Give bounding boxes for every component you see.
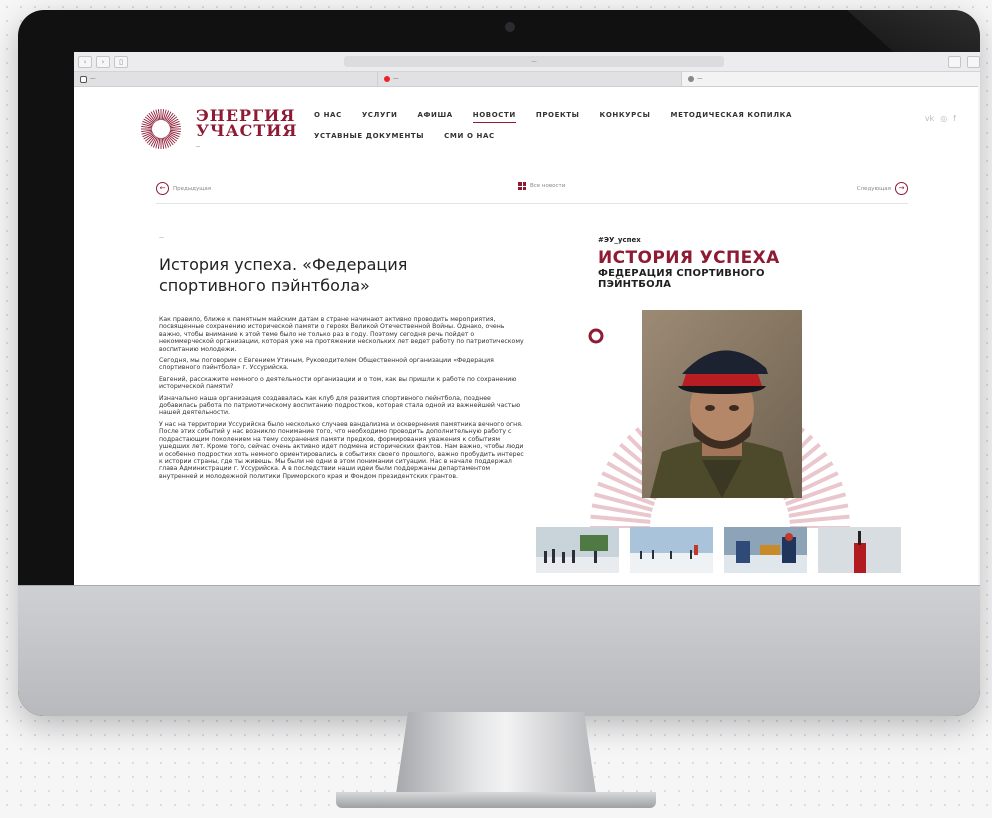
nav-item[interactable]: УСТАВНЫЕ ДОКУМЕНТЫ — [314, 132, 424, 143]
next-link[interactable]: Следующая → — [857, 182, 908, 195]
monitor-chin — [18, 585, 980, 716]
instagram-icon — [80, 75, 87, 83]
gallery-thumb[interactable] — [724, 527, 807, 573]
monitor-frame: ‹ › ▯ — — — — ЭНЕРГИЯ УЧАСТИЯ — О НАС УС… — [18, 10, 980, 716]
pager-divider — [156, 203, 908, 204]
main-nav: О НАС УСЛУГИ АФИША НОВОСТИ ПРОЕКТЫ КОНКУРСЫ МЕ… — [314, 111, 792, 152]
globe-icon — [688, 76, 694, 82]
tab-label: — — [697, 76, 703, 82]
article-date: — — [159, 235, 164, 241]
previous-label: Предыдущая — [173, 185, 212, 192]
gallery-thumb[interactable] — [536, 527, 619, 573]
tab-strip: — — — — [74, 72, 980, 87]
next-label: Следующая — [856, 185, 891, 192]
monitor-stand-base — [336, 792, 656, 808]
gallery-thumb[interactable] — [818, 527, 901, 573]
card-heading: ИСТОРИЯ УСПЕХА — [598, 248, 780, 268]
nav-item[interactable]: НОВОСТИ — [472, 111, 516, 123]
site-header: ЭНЕРГИЯ УЧАСТИЯ — О НАС УСЛУГИ АФИША НОВОСТ… — [74, 86, 978, 152]
share-icon[interactable] — [948, 56, 961, 68]
tab-label: — — [393, 76, 399, 82]
logo-icon[interactable] — [140, 108, 182, 150]
article-paragraph: Евгений, расскажите немного о деятельнос… — [159, 375, 517, 391]
tab-youtube[interactable]: — — [378, 72, 682, 86]
article-body: Как правило, ближе к памятным майским да… — [159, 316, 527, 484]
youtube-icon — [384, 76, 390, 82]
logo-line-2: УЧАСТИЯ — [196, 121, 298, 140]
nav-item[interactable]: МЕТОДИЧЕСКАЯ КОПИЛКА — [671, 111, 792, 123]
article-paragraph: У нас на территории Уссурийска было неск… — [159, 420, 524, 480]
article-paragraph: Изначально наша организация создавалась … — [159, 394, 521, 417]
feature-card: #ЭУ_успех ИСТОРИЯ УСПЕХА ФЕДЕРАЦИЯ СПОРТ… — [540, 230, 900, 530]
browser-toolbar: ‹ › ▯ — — [74, 52, 980, 72]
nav-item[interactable]: О НАС — [314, 111, 342, 123]
nav-item[interactable]: СМИ О НАС — [444, 132, 495, 143]
nav-item[interactable]: АФИША — [417, 111, 452, 123]
all-news-label: Все новости — [530, 183, 566, 189]
arrow-left-icon: ← — [156, 182, 169, 195]
nav-item[interactable]: КОНКУРСЫ — [600, 111, 651, 123]
nav-row-1: О НАС УСЛУГИ АФИША НОВОСТИ ПРОЕКТЫ КОНКУРСЫ МЕ… — [314, 111, 792, 123]
browser-window: ‹ › ▯ — — — — ЭНЕРГИЯ УЧАСТИЯ — О НАС УС… — [74, 52, 980, 596]
page-scrollbar[interactable] — [978, 86, 980, 596]
back-button[interactable]: ‹ — [78, 55, 92, 68]
forward-button[interactable]: › — [96, 55, 110, 68]
social-links: vk ◎ f — [925, 114, 956, 123]
vk-icon[interactable]: vk — [925, 114, 934, 123]
facebook-icon[interactable]: f — [953, 114, 956, 123]
instagram-icon[interactable]: ◎ — [940, 114, 947, 123]
all-news-link[interactable]: Все новости — [518, 182, 565, 190]
tab-label: — — [90, 76, 96, 82]
article-paragraph: Как правило, ближе к памятным майским да… — [159, 316, 524, 353]
arrow-right-icon: → — [895, 182, 908, 195]
gallery-thumb[interactable] — [630, 527, 713, 573]
news-pager: ← Предыдущая Все новости Следующая → — [156, 180, 908, 198]
photo-gallery — [536, 527, 901, 573]
nav-item[interactable]: ПРОЕКТЫ — [536, 111, 580, 123]
address-text: — — [531, 58, 537, 65]
nav-item[interactable]: УСЛУГИ — [362, 111, 398, 123]
card-subheading: ФЕДЕРАЦИЯ СПОРТИВНОГО ПЭЙНТБОЛА — [598, 268, 765, 290]
portrait-photo[interactable] — [642, 310, 802, 498]
monitor-stand — [396, 712, 596, 794]
article-title: История успеха. «Федерация спортивного п… — [159, 255, 408, 295]
tabs-overview-icon[interactable] — [967, 56, 980, 68]
camera-dot — [505, 22, 515, 32]
tab-instagram[interactable]: — — [74, 72, 378, 86]
tab-current[interactable]: — — [682, 72, 980, 86]
card-hashtag: #ЭУ_успех — [598, 236, 641, 244]
logo-wordmark[interactable]: ЭНЕРГИЯ УЧАСТИЯ — [196, 108, 298, 140]
address-bar[interactable]: — — [344, 56, 724, 67]
logo-subtitle: — — [196, 144, 201, 149]
grid-icon — [518, 182, 526, 190]
previous-link[interactable]: ← Предыдущая — [156, 182, 211, 195]
article-paragraph: Сегодня, мы поговорим с Евгением Утиным,… — [159, 357, 494, 372]
sidebar-icon[interactable]: ▯ — [114, 55, 128, 68]
nav-row-2: УСТАВНЫЕ ДОКУМЕНТЫ СМИ О НАС — [314, 132, 792, 143]
